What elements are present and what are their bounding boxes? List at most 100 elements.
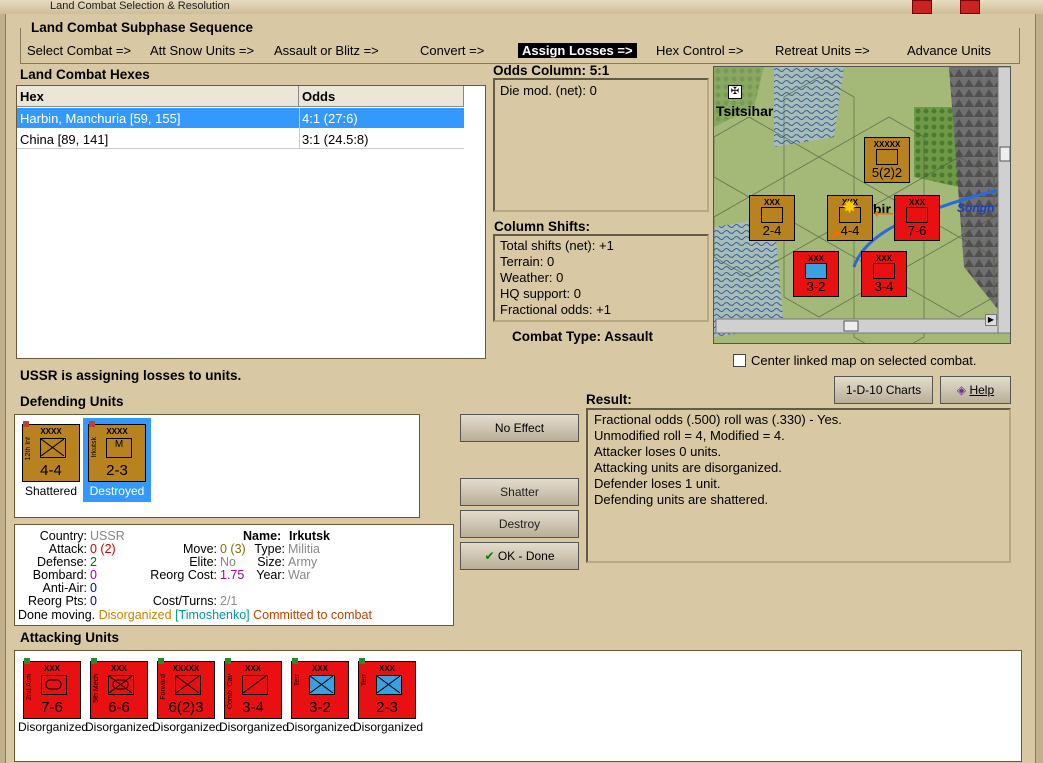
table-row[interactable]: China [89, 141] 3:1 (24.5:8) <box>17 129 464 149</box>
window-frame-left <box>0 14 6 763</box>
map-unit[interactable]: XXX 2-4 <box>749 195 795 241</box>
cell-odds: 3:1 (24.5:8) <box>302 132 369 147</box>
attacker-caption: Disorganized <box>18 720 89 734</box>
odds-panel: Die mod. (net): 0 <box>493 78 709 212</box>
defender-caption: Destroyed <box>89 484 145 498</box>
seq-att-snow: Att Snow Units => <box>150 43 255 58</box>
result-line: Attacker loses 0 units. <box>594 444 722 459</box>
checkmark-icon: ✔ <box>484 549 495 563</box>
info-reorgpts: 0 <box>90 594 97 608</box>
map-scroll-right-icon[interactable]: ▶ <box>985 314 997 326</box>
info-reorgcost: 1.75 <box>220 568 245 582</box>
armor-symbol-icon <box>45 679 62 690</box>
destroy-button[interactable]: Destroy <box>460 510 579 538</box>
odds-title: Odds Column: 5:1 <box>493 63 610 78</box>
map-city-label: Tsitsihar <box>716 103 774 119</box>
result-line: Attacking units are disorganized. <box>594 460 782 475</box>
combat-type: Combat Type: Assault <box>512 329 654 344</box>
shift-hq: HQ support: 0 <box>500 286 581 301</box>
attack-arrow-icon: ⟵ <box>874 205 895 221</box>
attacker-caption: Disorganized <box>353 720 424 734</box>
shift-terrain: Terrain: 0 <box>500 254 555 269</box>
map-unit[interactable]: XXX 7-6 <box>894 195 940 241</box>
col-header-hex[interactable]: Hex <box>17 86 299 107</box>
close-button[interactable] <box>960 0 980 14</box>
result-line: Unmodified roll = 4, Modified = 4. <box>594 428 785 443</box>
info-costturns: 2/1 <box>220 594 238 608</box>
hexes-table: Hex Odds Harbin, Manchuria [59, 155] 4:1… <box>16 85 486 359</box>
defender-unit[interactable]: XXXX 12th Inf 4-4 <box>22 421 80 482</box>
help-label: Help <box>969 383 995 397</box>
cell-hex: Harbin, Manchuria [59, 155] <box>20 111 181 126</box>
col-header-odds[interactable]: Odds <box>299 86 464 107</box>
attacker-unit[interactable]: XXX Terr 3-2 <box>291 658 349 719</box>
shifts-panel: Total shifts (net): +1 Terrain: 0 Weathe… <box>493 234 709 322</box>
shifts-title: Column Shifts: <box>494 219 590 234</box>
seq-assault-blitz: Assault or Blitz => <box>274 43 379 58</box>
defending-title: Defending Units <box>20 394 124 409</box>
attacker-unit[interactable]: XXX Comb. Cav 3-4 <box>224 658 282 719</box>
cell-odds: 4:1 (27:6) <box>302 111 358 126</box>
result-line: Defending units are shattered. <box>594 492 769 507</box>
sequence-title: Land Combat Subphase Sequence <box>28 20 257 35</box>
no-effect-button[interactable]: No Effect <box>460 414 579 442</box>
help-button[interactable]: ◈ Help <box>940 376 1011 404</box>
result-line: Fractional odds (.500) roll was (.330) -… <box>594 412 842 427</box>
window-frame-right <box>1035 14 1043 763</box>
city-icon: ✠ <box>728 85 742 99</box>
ok-done-button[interactable]: ✔ OK - Done <box>460 542 579 570</box>
defender-unit[interactable]: XXXX Irkutsk M 2-3 <box>88 421 146 482</box>
seq-select-combat: Select Combat => <box>27 43 132 58</box>
combat-explosion-icon: ✸ <box>842 197 858 217</box>
shift-total: Total shifts (net): +1 <box>500 238 614 253</box>
attacking-title: Attacking Units <box>20 630 120 645</box>
result-title: Result: <box>586 392 632 407</box>
die-mod-text: Die mod. (net): 0 <box>500 83 597 98</box>
seq-hex-control: Hex Control => <box>656 43 744 58</box>
table-row[interactable]: Harbin, Manchuria [59, 155] 4:1 (27:6) <box>17 108 464 128</box>
militia-symbol: M <box>114 439 124 450</box>
defender-caption: Shattered <box>24 484 78 498</box>
seq-advance: Advance Units <box>907 43 991 58</box>
attacker-caption: Disorganized <box>152 720 223 734</box>
window-title: Land Combat Selection & Resolution <box>50 0 230 12</box>
map-unit[interactable]: XXX 3-2 <box>793 251 839 297</box>
attack-arrow-icon: ↗ <box>829 227 841 243</box>
defending-units-box: XXXX 12th Inf 4-4 Shattered XXXX Irkutsk… <box>14 414 420 518</box>
attacker-unit[interactable]: XXX 5th Mech 6-6 <box>90 658 148 719</box>
attacker-unit[interactable]: XXX 2nd Arm 7-6 <box>23 658 81 719</box>
help-book-icon: ◈ <box>956 383 967 397</box>
mech-symbol-icon <box>108 675 133 694</box>
map-unit[interactable]: XXX 3-4 <box>861 251 907 297</box>
seq-retreat: Retreat Units => <box>775 43 870 58</box>
territorial-symbol-icon <box>309 675 334 694</box>
col-divider <box>299 108 300 149</box>
shatter-button[interactable]: Shatter <box>460 478 579 506</box>
map-river-label: Songh <box>957 201 995 215</box>
seq-assign-losses: Assign Losses => <box>518 43 637 58</box>
center-map-label: Center linked map on selected combat. <box>751 353 977 368</box>
map-unit[interactable]: XXXXX 5(2)2 <box>864 137 910 183</box>
info-status: Done moving. Disorganized [Timoshenko] C… <box>18 608 372 622</box>
territorial-symbol-icon <box>376 675 401 694</box>
attacker-unit[interactable]: XXXXX Forward 6(2)3 <box>157 658 215 719</box>
charts-button[interactable]: 1-D-10 Charts <box>834 376 933 404</box>
attacker-caption: Disorganized <box>286 720 357 734</box>
result-line: Defender loses 1 unit. <box>594 476 721 491</box>
unit-info-panel: Country: USSR Attack: 0 (2) Defense: 2 B… <box>14 524 454 626</box>
attacker-caption: Disorganized <box>219 720 290 734</box>
status-message: USSR is assigning losses to units. <box>20 368 242 383</box>
infantry-symbol-icon <box>40 438 65 457</box>
cell-hex: China [89, 141] <box>20 132 109 147</box>
attacker-unit[interactable]: XXX Terr 2-3 <box>358 658 416 719</box>
attacker-caption: Disorganized <box>85 720 156 734</box>
infantry-symbol-icon <box>175 675 200 694</box>
seq-convert: Convert => <box>420 43 485 58</box>
linked-map[interactable]: ✠ Tsitsihar Songh XXXXX 5(2)2 XXX 2-4 XX… <box>713 66 1011 344</box>
cavalry-symbol-icon <box>242 675 267 694</box>
info-year: War <box>288 568 311 582</box>
hexes-title: Land Combat Hexes <box>20 67 150 82</box>
minimize-button[interactable] <box>912 0 932 14</box>
center-map-checkbox[interactable] <box>733 354 746 367</box>
shift-fractional: Fractional odds: +1 <box>500 302 611 317</box>
